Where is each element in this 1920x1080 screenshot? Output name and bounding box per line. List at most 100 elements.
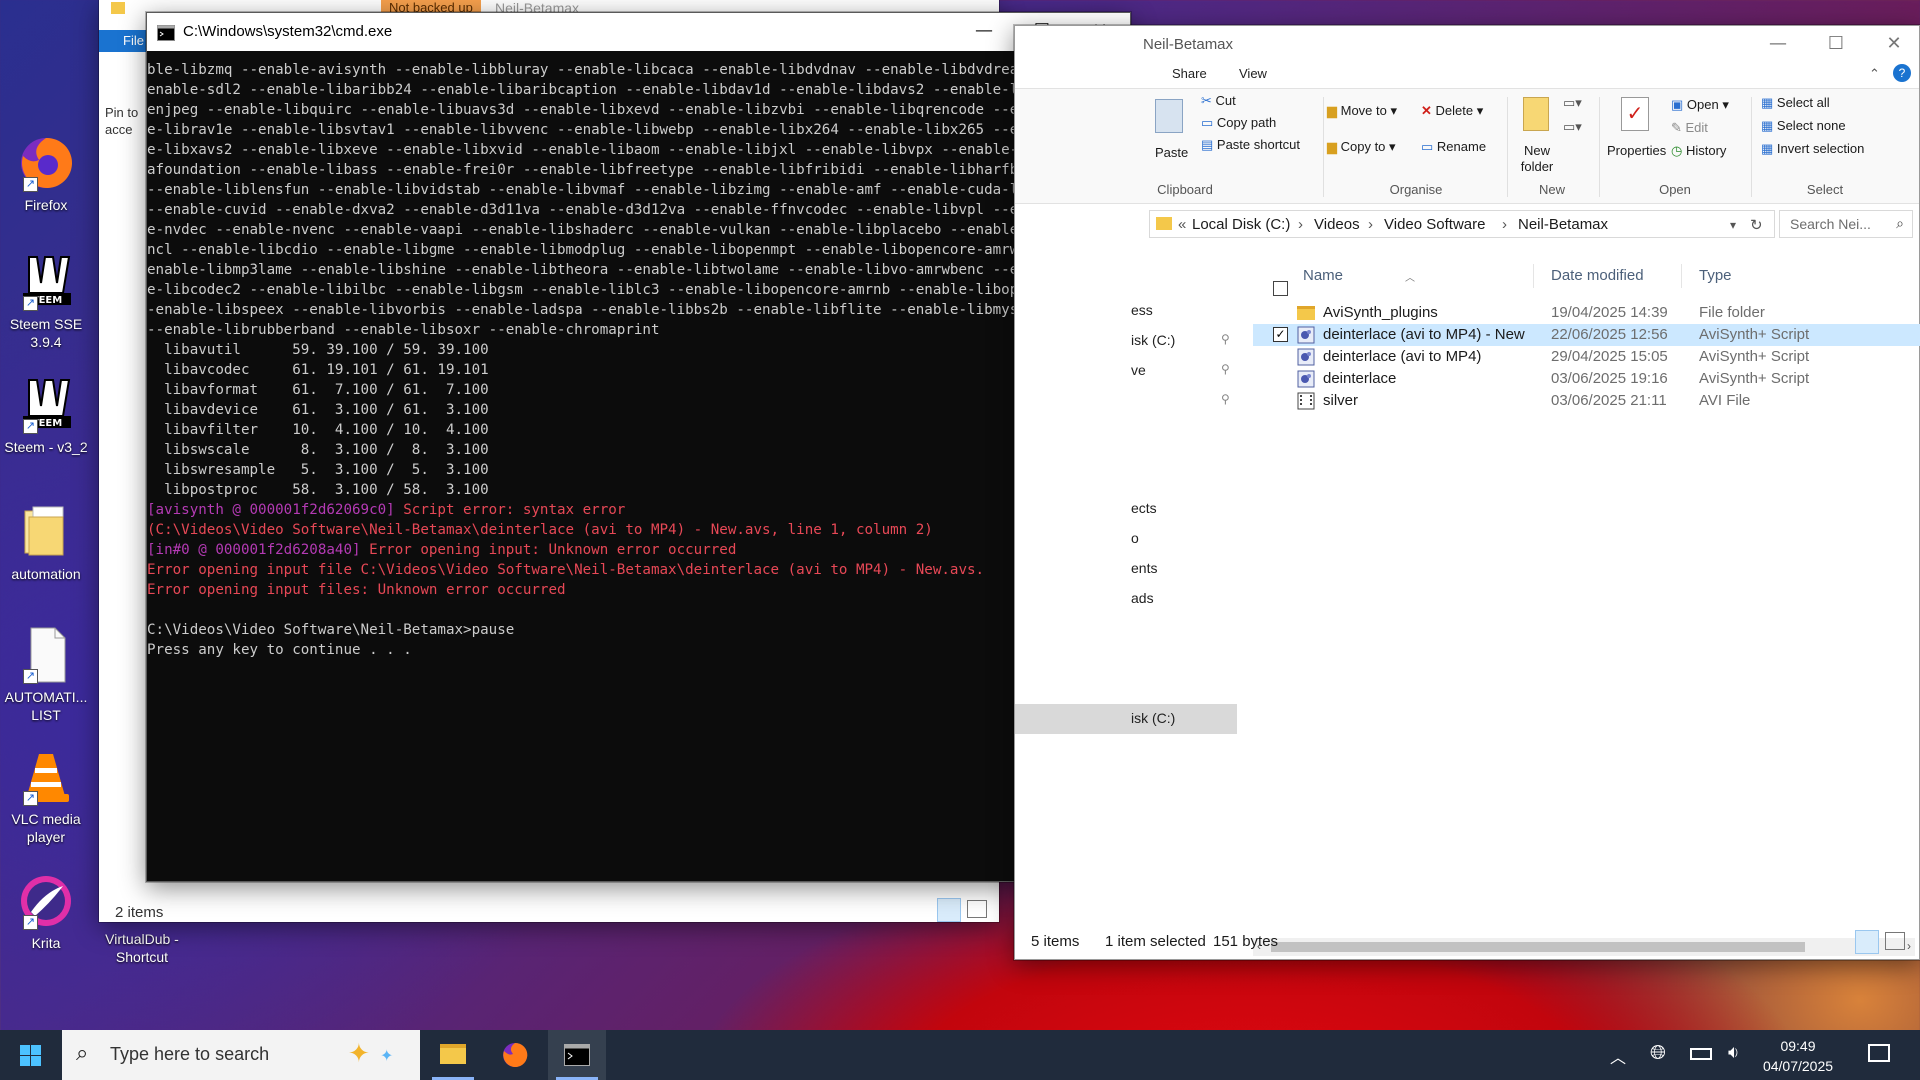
cut-button[interactable]: ✂ Cut bbox=[1201, 93, 1236, 109]
desktop-icon-krita[interactable]: ↗ Krita bbox=[0, 872, 94, 952]
column-header-date-modified[interactable]: Date modified bbox=[1551, 267, 1644, 284]
console-output[interactable]: ble-libzmq --enable-avisynth --enable-li… bbox=[147, 51, 1109, 883]
file-explorer-window[interactable]: Neil-Betamax — ☐ ✕ Share View ⌃ ? Paste … bbox=[1014, 25, 1920, 960]
delete-button[interactable]: ✕ Delete ▾ bbox=[1421, 103, 1483, 119]
desktop-icon-automation-list[interactable]: ↗ AUTOMATI... LIST bbox=[0, 626, 94, 724]
column-divider[interactable] bbox=[1533, 264, 1534, 288]
open-button[interactable]: ▣ Open ▾ bbox=[1671, 97, 1729, 113]
history-button[interactable]: ◷ History bbox=[1671, 143, 1726, 159]
windows-logo-icon bbox=[20, 1045, 41, 1066]
file-row[interactable]: deinterlace 03/06/2025 19:16 AviSynth+ Scr… bbox=[1253, 368, 1920, 390]
file-row[interactable]: AviSynth_plugins 19/04/2025 14:39 File fol… bbox=[1253, 302, 1920, 324]
battery-icon[interactable] bbox=[1690, 1048, 1712, 1060]
file-date-modified: 03/06/2025 21:11 bbox=[1551, 392, 1667, 409]
collapse-ribbon-icon[interactable]: ⌃ bbox=[1869, 66, 1880, 82]
nav-item-partial[interactable]: o bbox=[1131, 530, 1139, 546]
nav-item-partial[interactable]: ads bbox=[1131, 590, 1154, 606]
help-icon[interactable]: ? bbox=[1893, 64, 1911, 82]
notifications-icon[interactable] bbox=[1868, 1044, 1890, 1062]
nav-item-partial[interactable]: ve bbox=[1131, 362, 1146, 378]
refresh-icon[interactable]: ↻ bbox=[1750, 216, 1763, 234]
nav-item-partial[interactable]: ess bbox=[1131, 302, 1153, 318]
paste-shortcut-button[interactable]: ▤ Paste shortcut bbox=[1201, 137, 1300, 153]
tab-view[interactable]: View bbox=[1239, 66, 1267, 81]
pin-icon[interactable]: ⚲ bbox=[1221, 392, 1230, 406]
nav-item-partial[interactable]: isk (C:) bbox=[1131, 332, 1175, 348]
breadcrumb-separator-icon[interactable]: › bbox=[1298, 216, 1303, 233]
taskbar-firefox[interactable] bbox=[486, 1030, 544, 1080]
file-row[interactable]: ✓ deinterlace (avi to MP4) - New 22/06/202… bbox=[1253, 324, 1920, 346]
nav-item-partial[interactable]: ects bbox=[1131, 500, 1157, 516]
desktop-icon-label: AUTOMATI... LIST bbox=[4, 689, 88, 723]
breadcrumb-neil-betamax[interactable]: Neil-Betamax bbox=[1518, 216, 1608, 233]
invert-selection-button[interactable]: ▦ Invert selection bbox=[1761, 141, 1864, 157]
pin-icon[interactable]: ⚲ bbox=[1221, 332, 1230, 346]
column-header-type[interactable]: Type bbox=[1699, 267, 1732, 284]
copy-to-label: Copy to bbox=[1340, 139, 1386, 154]
open-label: Open bbox=[1686, 97, 1719, 112]
select-all-button[interactable]: ▦ Select all bbox=[1761, 95, 1830, 111]
globe-icon[interactable]: 🌐︎ bbox=[1650, 1042, 1666, 1065]
cmd-window[interactable]: C:\Windows\system32\cmd.exe — ☐ ✕ ble-li… bbox=[146, 12, 1131, 883]
address-bar[interactable]: « Local Disk (C:) › Videos › Video Softw… bbox=[1149, 210, 1775, 238]
breadcrumb-separator-icon[interactable]: › bbox=[1502, 216, 1507, 233]
tab-file[interactable]: File bbox=[99, 30, 147, 52]
new-item-icon[interactable]: ▭▾ bbox=[1563, 95, 1582, 111]
cmd-titlebar[interactable]: C:\Windows\system32\cmd.exe — ☐ ✕ bbox=[147, 13, 1130, 51]
column-header-name[interactable]: Name bbox=[1303, 267, 1343, 284]
minimize-button[interactable]: — bbox=[955, 13, 1013, 47]
breadcrumb-overflow[interactable]: « bbox=[1178, 216, 1186, 233]
easy-access-icon[interactable]: ▭▾ bbox=[1563, 119, 1582, 135]
desktop-icon-firefox[interactable]: ↗ Firefox bbox=[0, 134, 94, 214]
copy-to-button[interactable]: ▆ Copy to ▾ bbox=[1327, 139, 1396, 155]
taskbar-cmd[interactable] bbox=[548, 1030, 606, 1080]
search-input[interactable]: Search Nei... ⌕ bbox=[1779, 210, 1913, 238]
volume-icon[interactable]: 🔉︎ bbox=[1728, 1042, 1739, 1063]
details-view-icon[interactable] bbox=[937, 898, 961, 922]
desktop-icon-vlc[interactable]: ↗ VLC media player bbox=[0, 748, 94, 846]
desktop-icon-steem-v3[interactable]: TEEM ↗ Steem - v3_2 bbox=[0, 376, 94, 456]
column-divider[interactable] bbox=[1681, 264, 1682, 288]
clock-time: 09:49 bbox=[1780, 1038, 1816, 1054]
select-none-button[interactable]: ▦ Select none bbox=[1761, 118, 1846, 134]
edit-button[interactable]: ✎ Edit bbox=[1671, 120, 1708, 136]
minimize-button[interactable]: — bbox=[1749, 26, 1807, 60]
file-row[interactable]: deinterlace (avi to MP4) 29/04/2025 15:05… bbox=[1253, 346, 1920, 368]
maximize-button[interactable]: ☐ bbox=[1807, 26, 1865, 60]
taskbar-clock[interactable]: 09:49 04/07/2025 bbox=[1758, 1036, 1838, 1076]
console-line: e-nvdec --enable-nvenc --enable-vaapi --… bbox=[147, 222, 1053, 238]
move-to-button[interactable]: ▆ Move to ▾ bbox=[1327, 103, 1397, 119]
window-title: Neil-Betamax bbox=[1143, 36, 1234, 53]
rename-button[interactable]: ▭ Rename bbox=[1421, 139, 1486, 155]
paste-button[interactable]: Paste bbox=[1155, 145, 1188, 160]
taskbar-search-box[interactable]: ⌕ Type here to search ✦ ✦ bbox=[62, 1030, 420, 1080]
desktop-icon-automation[interactable]: automation bbox=[0, 503, 94, 583]
navigation-pane[interactable]: ess isk (C:) ve ⚲ ⚲ ⚲ ects o ents ads is… bbox=[1015, 244, 1237, 924]
start-button[interactable] bbox=[0, 1030, 62, 1080]
tab-share[interactable]: Share bbox=[1172, 66, 1207, 81]
large-icons-view-icon[interactable] bbox=[967, 900, 987, 918]
row-checkbox-checked[interactable]: ✓ bbox=[1273, 327, 1288, 342]
address-dropdown-icon[interactable]: ▾ bbox=[1730, 218, 1736, 232]
properties-button[interactable]: Properties bbox=[1607, 143, 1666, 158]
breadcrumb-video-software[interactable]: Video Software bbox=[1384, 216, 1485, 233]
desktop-icon-virtualdub[interactable]: VirtualDub - Shortcut bbox=[92, 930, 192, 966]
taskbar-file-explorer[interactable] bbox=[424, 1030, 482, 1080]
pin-icon[interactable]: ⚲ bbox=[1221, 362, 1230, 376]
explorer-titlebar[interactable]: Neil-Betamax — ☐ ✕ bbox=[1015, 26, 1919, 62]
breadcrumb-videos[interactable]: Videos bbox=[1314, 216, 1360, 233]
copy-path-button[interactable]: ▭ Copy path bbox=[1201, 115, 1276, 131]
file-row[interactable]: silver 03/06/2025 21:11 AVI File bbox=[1253, 390, 1920, 412]
show-hidden-icons-chevron-icon[interactable]: ︿ bbox=[1610, 1044, 1626, 1068]
close-button[interactable]: ✕ bbox=[1865, 26, 1920, 60]
new-folder-button[interactable]: New folder bbox=[1515, 143, 1559, 175]
nav-item-partial[interactable]: ents bbox=[1131, 560, 1157, 576]
select-all-checkbox[interactable] bbox=[1273, 281, 1288, 296]
breadcrumb-local-disk[interactable]: Local Disk (C:) bbox=[1192, 216, 1290, 233]
details-view-icon[interactable] bbox=[1855, 930, 1879, 954]
large-icons-view-icon[interactable] bbox=[1885, 932, 1905, 950]
file-list[interactable]: ︿ Name Date modified Type AviSynth_plugi… bbox=[1245, 244, 1920, 956]
nav-item-selected[interactable]: isk (C:) bbox=[1015, 704, 1237, 734]
breadcrumb-separator-icon[interactable]: › bbox=[1368, 216, 1373, 233]
desktop-icon-steem-sse[interactable]: TEEM ↗ Steem SSE 3.9.4 bbox=[0, 253, 94, 351]
